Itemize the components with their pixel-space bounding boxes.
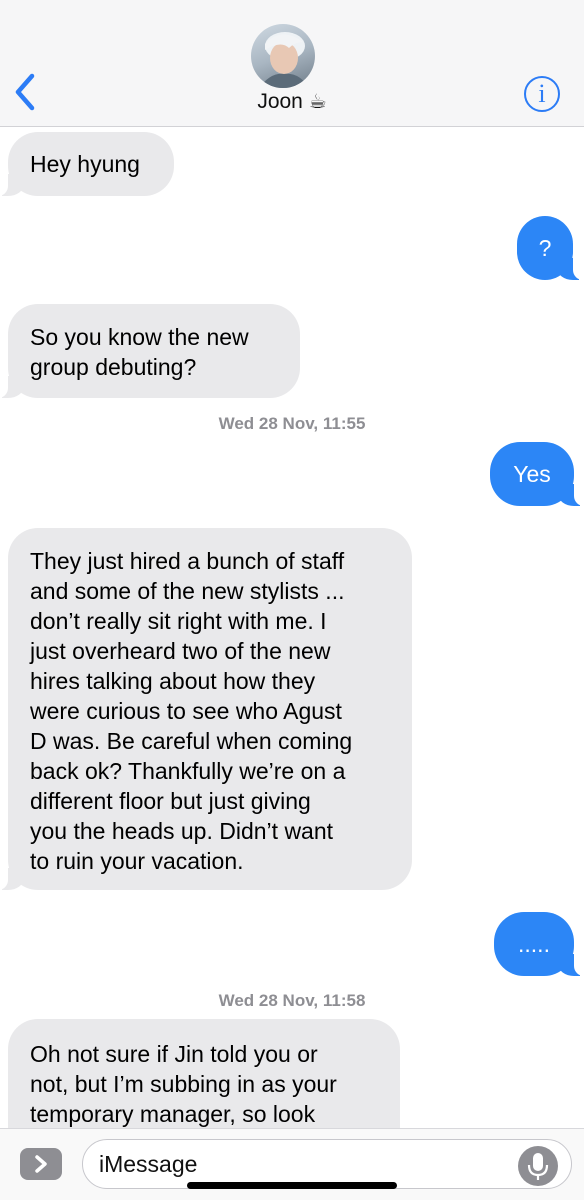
message-text: So you know the new group debuting?	[30, 324, 249, 380]
timestamp-day: Wed	[218, 414, 255, 433]
contact-name-button[interactable]: Joon ☕	[0, 89, 584, 114]
message-outgoing[interactable]: .....	[494, 912, 584, 976]
info-icon: i	[538, 79, 546, 108]
composer-bar	[0, 1128, 584, 1200]
message-incoming[interactable]: They just hired a bunch of staff and som…	[0, 528, 412, 890]
message-text: ?	[538, 235, 552, 261]
coffee-emoji: ☕	[308, 89, 327, 113]
timestamp-time: 11:58	[322, 991, 366, 1010]
conversation-header: Joon ☕ i	[0, 0, 584, 127]
message-outgoing[interactable]: Yes	[490, 442, 584, 506]
contact-name: Joon	[257, 90, 303, 113]
timestamp-date: 28 Nov,	[258, 414, 319, 433]
timestamp-date: 28 Nov,	[258, 991, 319, 1010]
message-incoming[interactable]: So you know the new group debuting?	[0, 304, 300, 398]
timestamp: Wed 28 Nov, 11:58	[0, 991, 584, 1011]
app-store-chevron-icon	[35, 1155, 47, 1173]
info-button[interactable]: i	[524, 76, 560, 112]
message-incoming[interactable]: Hey hyung	[0, 132, 174, 196]
message-text: They just hired a bunch of staff and som…	[30, 548, 353, 874]
timestamp-time: 11:55	[322, 414, 366, 433]
message-text: Yes	[513, 461, 551, 487]
message-text: .....	[518, 931, 550, 957]
avatar[interactable]	[251, 24, 315, 88]
microphone-icon	[527, 1153, 549, 1180]
timestamp: Wed 28 Nov, 11:55	[0, 414, 584, 434]
message-text: Oh not sure if Jin told you or not, but …	[30, 1041, 337, 1127]
dictation-button[interactable]	[518, 1146, 558, 1186]
contact-photo	[259, 32, 309, 88]
timestamp-day: Wed	[218, 991, 255, 1010]
message-text: Hey hyung	[30, 151, 140, 177]
message-outgoing[interactable]: ?	[517, 216, 584, 280]
apps-button[interactable]	[20, 1148, 62, 1180]
home-indicator[interactable]	[187, 1182, 397, 1189]
